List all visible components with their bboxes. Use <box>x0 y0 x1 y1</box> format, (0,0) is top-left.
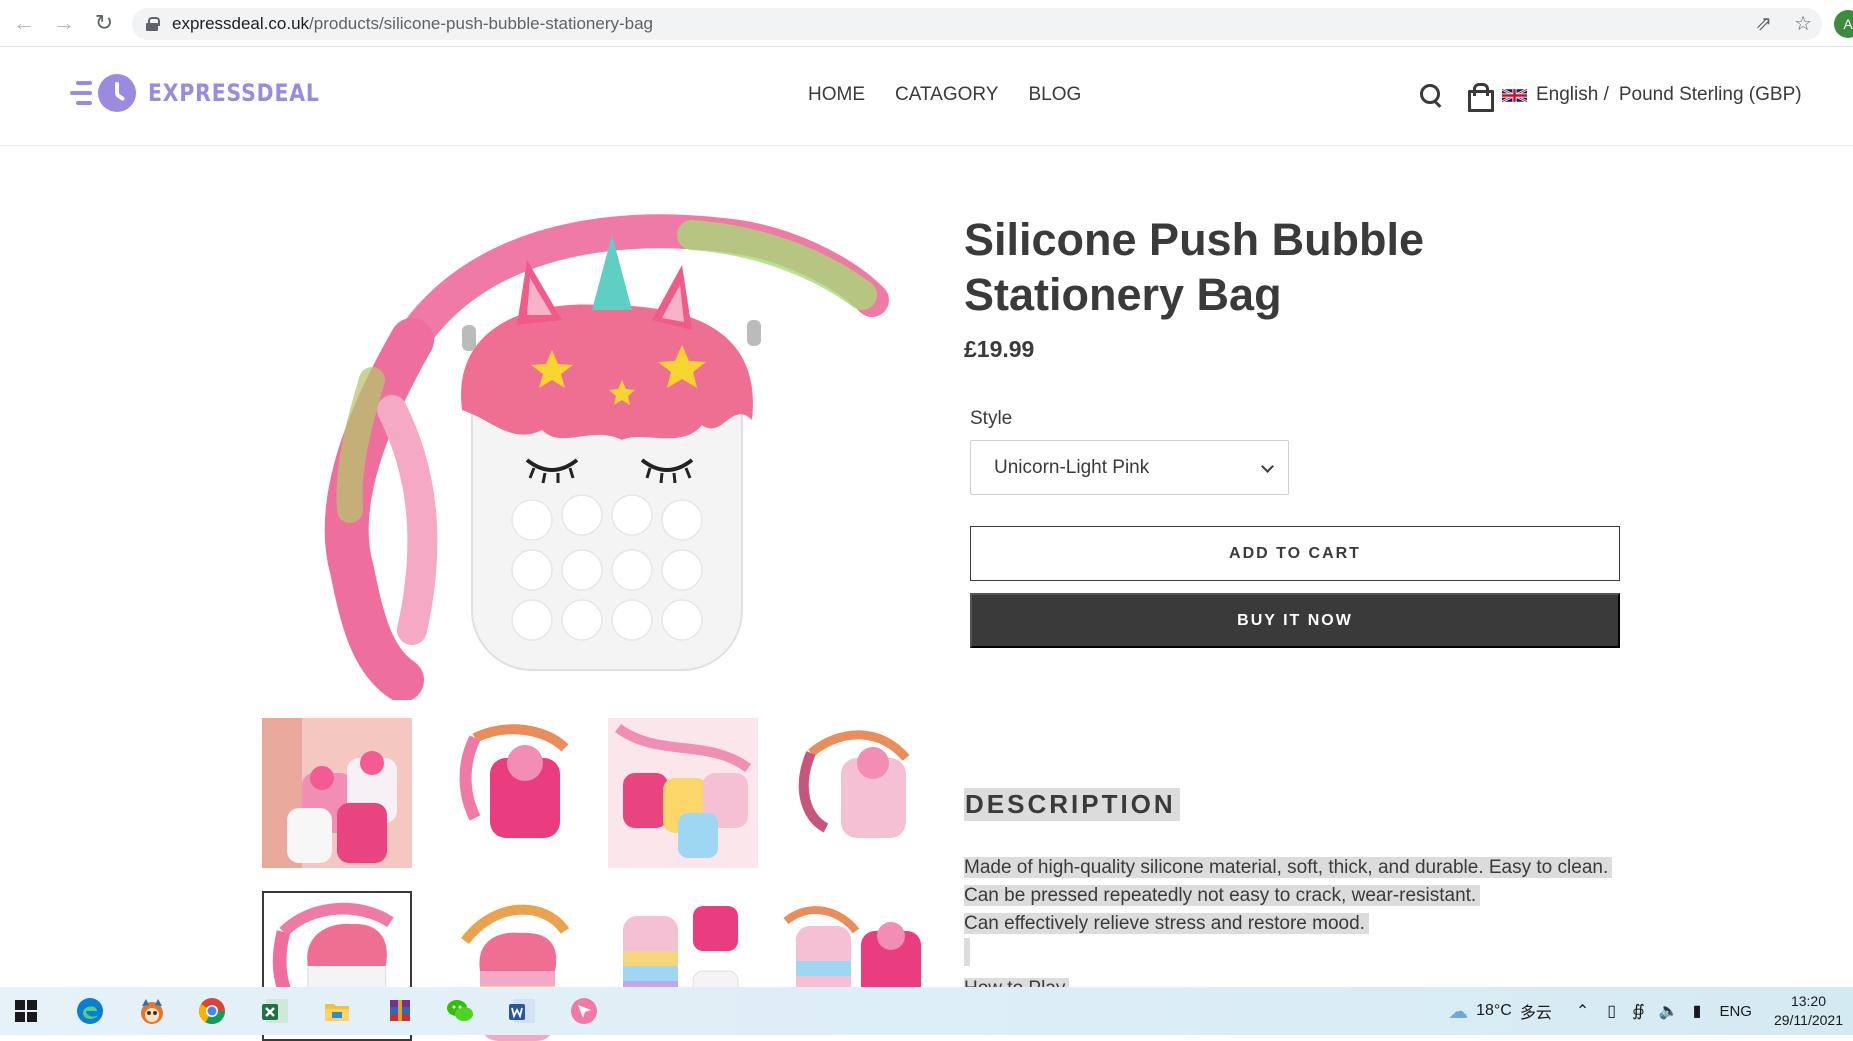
language-selector[interactable]: English / <box>1536 84 1609 106</box>
edge-icon[interactable] <box>74 995 106 1027</box>
chevron-down-icon <box>1261 460 1274 473</box>
chevron-up-icon[interactable]: ⌃ <box>1576 1001 1589 1021</box>
app-animal-icon[interactable] <box>136 995 168 1027</box>
style-select-value: Unicorn-Light Pink <box>994 456 1150 478</box>
share-icon[interactable]: ⇗ <box>1755 11 1772 36</box>
browser-toolbar: ← → ↻ expressdeal.co.uk/products/silicon… <box>0 0 1853 47</box>
url-domain: expressdeal.co.uk <box>172 14 310 33</box>
currency-selector[interactable]: Pound Sterling (GBP) <box>1619 84 1802 106</box>
nav-catagory[interactable]: CATAGORY <box>895 84 998 106</box>
description-line <box>964 938 1612 975</box>
uk-flag-icon <box>1502 87 1527 103</box>
weather-temp[interactable]: 18°C <box>1476 1002 1512 1020</box>
thumb-pink-bag-strap[interactable] <box>781 718 931 868</box>
description-line: Made of high-quality silicone material, … <box>964 854 1613 882</box>
excel-icon[interactable] <box>259 995 291 1027</box>
star-icon[interactable]: ☆ <box>1794 11 1812 36</box>
thumb-hot-pink-bag[interactable] <box>435 718 585 868</box>
file-explorer-icon[interactable] <box>321 995 353 1027</box>
lock-icon[interactable] <box>146 17 160 31</box>
unicorn-bag-illustration <box>324 214 889 702</box>
product-price: £19.99 <box>964 336 1035 362</box>
windows-taskbar: ☁ 18°C 多云 ⌃ ▯ ∯ 🔈 ▮ ENG 13:20 29/11/2021 <box>0 987 1853 1035</box>
buy-it-now-button[interactable]: BUY IT NOW <box>970 593 1620 648</box>
weather-text[interactable]: 多云 <box>1520 999 1552 1023</box>
wifi-icon[interactable]: ∯ <box>1632 1001 1645 1021</box>
style-label: Style <box>970 408 1013 429</box>
profile-avatar[interactable]: A <box>1834 10 1853 38</box>
clock-date: 29/11/2021 <box>1773 1012 1843 1028</box>
logo-lines-icon <box>70 76 92 110</box>
main-nav: HOME CATAGORY BLOG <box>808 84 1081 106</box>
winrar-icon[interactable] <box>384 995 416 1027</box>
forward-arrow-icon[interactable]: → <box>44 3 84 43</box>
search-icon[interactable] <box>1418 82 1444 108</box>
clock[interactable]: 13:20 29/11/2021 <box>1774 992 1843 1030</box>
product-title: Silicone Push Bubble Stationery Bag <box>964 214 1425 320</box>
style-select[interactable]: Unicorn-Light Pink <box>970 440 1289 495</box>
chrome-icon[interactable] <box>196 995 228 1027</box>
description-heading: DESCRIPTION <box>964 788 1180 821</box>
pink-app-icon[interactable] <box>568 995 600 1027</box>
battery-icon[interactable]: ▮ <box>1693 1001 1702 1021</box>
language-indicator[interactable]: ENG <box>1719 1003 1752 1020</box>
cart-icon[interactable] <box>1466 82 1494 112</box>
header-actions: English / Pound Sterling (GBP) <box>1418 82 1802 112</box>
product-main-image[interactable] <box>262 210 934 702</box>
url-path: /products/silicone-push-bubble-stationer… <box>309 14 653 33</box>
nav-blog[interactable]: BLOG <box>1028 84 1081 106</box>
system-tray: ☁ 18°C 多云 ⌃ ▯ ∯ 🔈 ▮ ENG 13:20 29/11/2021 <box>1448 987 1853 1035</box>
logo-text: EXPRESSDEAL <box>148 79 320 107</box>
word-icon[interactable] <box>506 995 538 1027</box>
site-header: EXPRESSDEAL HOME CATAGORY BLOG English /… <box>0 48 1853 146</box>
logo-clock-icon <box>98 74 136 112</box>
windows-start-icon[interactable] <box>10 995 42 1027</box>
usb-icon[interactable]: ▯ <box>1607 1001 1616 1021</box>
volume-icon[interactable]: 🔈 <box>1659 1001 1679 1021</box>
description-line: Can be pressed repeatedly not easy to cr… <box>964 882 1612 910</box>
address-bar[interactable]: expressdeal.co.uk/products/silicone-push… <box>132 8 1822 40</box>
weather-cloud-icon[interactable]: ☁ <box>1448 999 1468 1024</box>
add-to-cart-button[interactable]: ADD TO CART <box>970 526 1620 581</box>
nav-home[interactable]: HOME <box>808 84 865 106</box>
clock-time: 13:20 <box>1790 993 1826 1009</box>
description-body: Made of high-quality silicone material, … <box>964 854 1613 1003</box>
site-logo[interactable]: EXPRESSDEAL <box>70 74 350 112</box>
wechat-icon[interactable] <box>444 995 476 1027</box>
reload-icon[interactable]: ↻ <box>84 3 124 43</box>
back-arrow-icon[interactable]: ← <box>4 3 44 43</box>
thumb-group-pink-bags[interactable] <box>262 718 412 868</box>
description-line: Can effectively relieve stress and resto… <box>964 910 1612 938</box>
thumb-multi-bags[interactable] <box>608 718 758 868</box>
